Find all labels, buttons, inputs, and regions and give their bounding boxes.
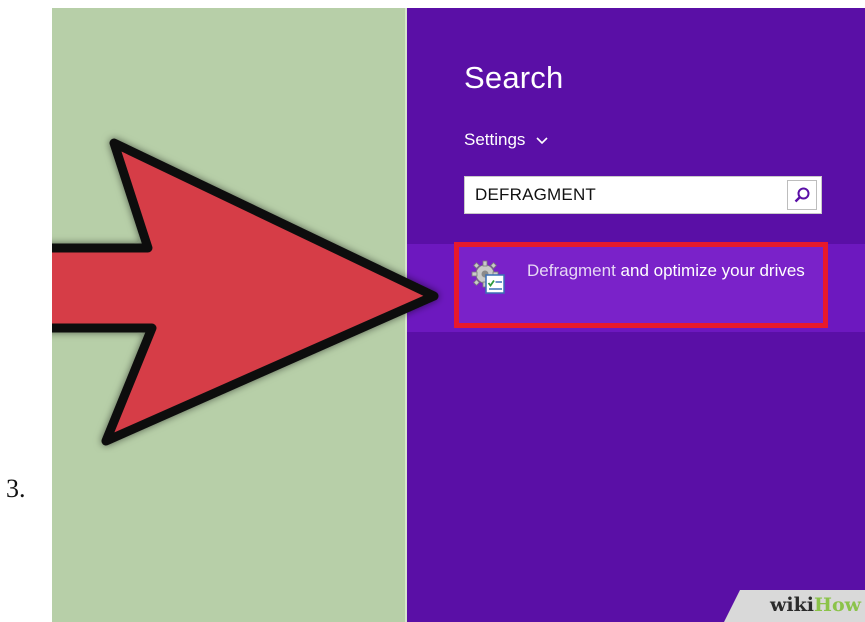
chevron-down-icon — [535, 134, 549, 149]
watermark-how: How — [814, 594, 861, 616]
search-charm-pane: Search Settings DEFRAGMENT Defragment an… — [407, 8, 865, 622]
defrag-gear-checklist-icon — [471, 260, 505, 294]
search-scope-label: Settings — [464, 130, 526, 149]
search-scope-dropdown[interactable]: Settings — [464, 130, 549, 150]
search-icon — [794, 187, 810, 203]
step-number: 3. — [6, 474, 26, 503]
search-input-value[interactable]: DEFRAGMENT — [465, 185, 787, 205]
search-button[interactable] — [787, 180, 817, 210]
search-result-rest: and optimize your drives — [615, 261, 805, 280]
wikihow-watermark: wikiHow — [710, 586, 865, 622]
illustration: Search Settings DEFRAGMENT Defragment an… — [52, 8, 865, 622]
search-result-label[interactable]: Defragment and optimize your drives — [527, 260, 817, 282]
search-result-match: Defragment — [527, 261, 616, 280]
search-input[interactable]: DEFRAGMENT — [464, 176, 822, 214]
search-pane-title: Search — [464, 60, 564, 95]
search-result-defragment[interactable]: Defragment and optimize your drives — [454, 242, 828, 328]
red-arrow-icon — [52, 138, 439, 446]
watermark-wiki: wiki — [770, 594, 815, 616]
